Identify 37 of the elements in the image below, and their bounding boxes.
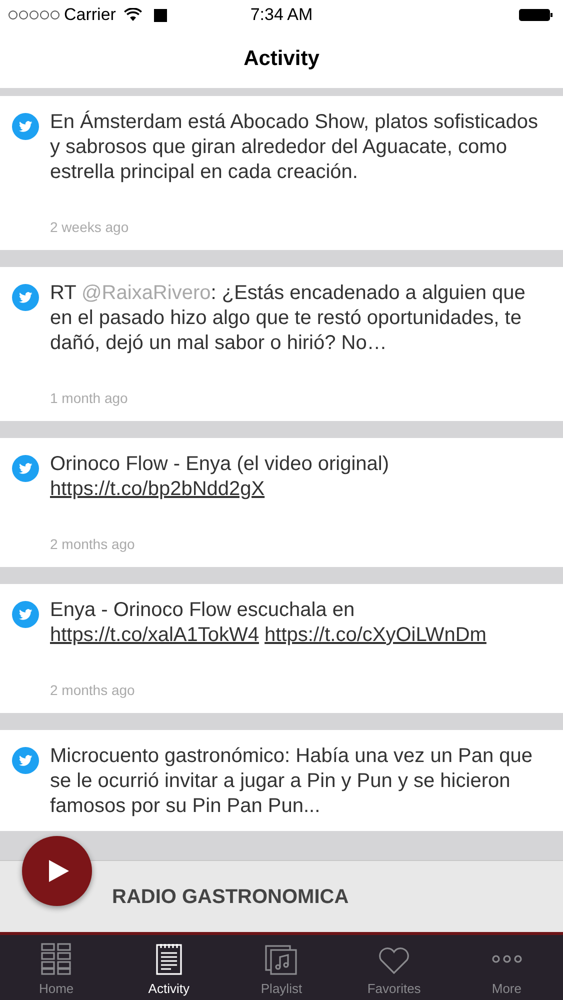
square-icon [154, 8, 167, 22]
tweet-time: 2 weeks ago [50, 218, 130, 237]
play-button[interactable] [22, 836, 92, 906]
notepad-icon [156, 942, 182, 974]
tweet-link[interactable]: https://t.co/xalA1TokW4 [50, 624, 259, 646]
tweet-text: RT @RaixaRivero: ¿Estás encadenado a alguien que en el pasado hizo algo que te restó oportunidades, te dañó, dejó un mal sabor o hirió? No… [50, 281, 526, 356]
wifi-icon [124, 8, 142, 22]
bird-icon [12, 601, 39, 628]
battery-icon [519, 9, 553, 21]
heart-icon [378, 946, 410, 974]
tweet-text: En Ámsterdam está Abocado Show, platos sofisticados y sabrosos que giran alrededor del Aguacate, como estrella principal en cada creación. [50, 110, 540, 185]
tab-item[interactable]: Home [0, 935, 113, 1000]
grid-icon [41, 942, 72, 974]
page-title: Activity [244, 46, 320, 72]
bird-icon [12, 747, 39, 774]
tweet-link[interactable]: https://t.co/cXyOiLWnDm [264, 624, 486, 646]
carrier-name: Carrier [64, 4, 116, 26]
station-name: RADIO GASTRONOMICA [112, 884, 349, 910]
play-icon [49, 860, 69, 882]
signal-icon [8, 10, 60, 20]
bird-icon [12, 113, 39, 140]
tweet-text: Microcuento gastronómico: Había una vez un Pan que se le ocurrió invitar a jugar a Pin y Pun y se hicieron famosos por su Pin Pan Pun... [50, 744, 534, 819]
tab-item[interactable]: Playlist [225, 935, 338, 1000]
tweet-time: 1 month ago [50, 389, 129, 408]
tweet-time: 2 months ago [50, 681, 136, 700]
more-icon [492, 954, 522, 964]
tweet-text: Orinoco Flow - Enya (el video original) https://t.co/bp2bNdd2gX [50, 452, 390, 502]
bird-icon [12, 455, 39, 482]
tab-item[interactable]: Activity [112, 935, 226, 1000]
music-album-icon [265, 944, 298, 974]
status-time: 7:34 AM [250, 4, 313, 26]
tweet-link[interactable]: https://t.co/bp2bNdd2gX [50, 478, 265, 500]
tab-item[interactable]: Favorites [338, 935, 450, 1000]
tab-item[interactable]: More [450, 935, 563, 1000]
tweet-time: 2 months ago [50, 535, 136, 554]
bird-icon [12, 284, 39, 311]
tweet-text: Enya - Orinoco Flow escuchala en https://t.co/xalA1TokW4 https://t.co/cXyOiLWnDm [50, 598, 488, 648]
